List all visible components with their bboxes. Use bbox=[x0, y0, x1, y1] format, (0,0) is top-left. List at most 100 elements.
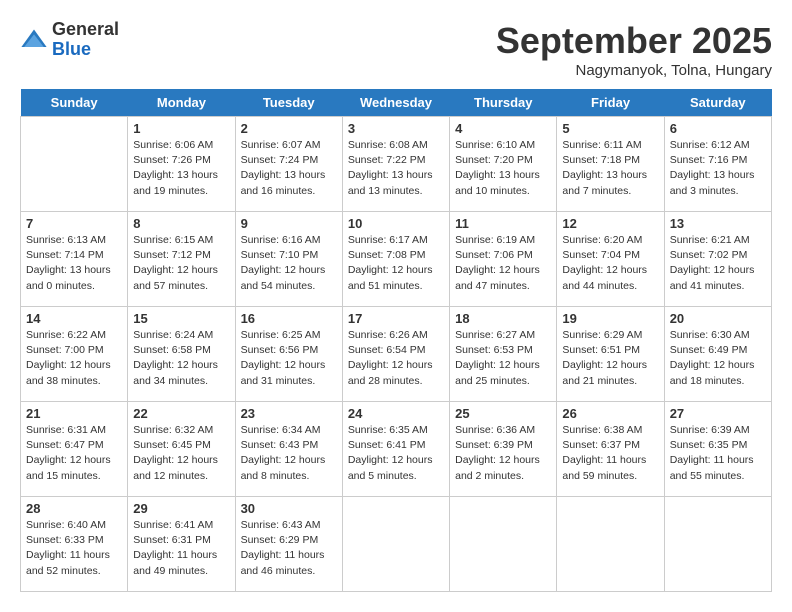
day-header-row: SundayMondayTuesdayWednesdayThursdayFrid… bbox=[21, 89, 772, 117]
date-number: 22 bbox=[133, 406, 229, 421]
logo: General Blue bbox=[20, 20, 119, 60]
day-header-friday: Friday bbox=[557, 89, 664, 117]
date-number: 11 bbox=[455, 216, 551, 231]
date-number: 2 bbox=[241, 121, 337, 136]
date-number: 9 bbox=[241, 216, 337, 231]
empty-cell bbox=[450, 497, 557, 592]
date-number: 27 bbox=[670, 406, 766, 421]
title-area: September 2025 Nagymanyok, Tolna, Hungar… bbox=[496, 20, 772, 79]
day-cell-15: 15 Sunrise: 6:24 AMSunset: 6:58 PMDayligh… bbox=[128, 307, 235, 402]
date-number: 19 bbox=[562, 311, 658, 326]
day-info: Sunrise: 6:07 AMSunset: 7:24 PMDaylight:… bbox=[241, 138, 337, 199]
day-cell-27: 27 Sunrise: 6:39 AMSunset: 6:35 PMDayligh… bbox=[664, 402, 771, 497]
date-number: 6 bbox=[670, 121, 766, 136]
header: General Blue September 2025 Nagymanyok, … bbox=[20, 20, 772, 79]
day-cell-10: 10Sunrise: 6:17 AMSunset: 7:08 PMDayligh… bbox=[342, 212, 449, 307]
day-info: Sunrise: 6:17 AMSunset: 7:08 PMDaylight:… bbox=[348, 233, 444, 294]
day-info: Sunrise: 6:29 AMSunset: 6:51 PMDaylight:… bbox=[562, 328, 658, 389]
week-row-2: 7 Sunrise: 6:13 AMSunset: 7:14 PMDaylight… bbox=[21, 212, 772, 307]
date-number: 4 bbox=[455, 121, 551, 136]
calendar-table: SundayMondayTuesdayWednesdayThursdayFrid… bbox=[20, 89, 772, 592]
day-info: Sunrise: 6:16 AMSunset: 7:10 PMDaylight:… bbox=[241, 233, 337, 294]
day-info: Sunrise: 6:13 AMSunset: 7:14 PMDaylight:… bbox=[26, 233, 122, 294]
day-info: Sunrise: 6:12 AMSunset: 7:16 PMDaylight:… bbox=[670, 138, 766, 199]
day-cell-19: 19 Sunrise: 6:29 AMSunset: 6:51 PMDayligh… bbox=[557, 307, 664, 402]
day-cell-23: 23 Sunrise: 6:34 AMSunset: 6:43 PMDayligh… bbox=[235, 402, 342, 497]
day-info: Sunrise: 6:34 AMSunset: 6:43 PMDaylight:… bbox=[241, 423, 337, 484]
week-row-5: 28 Sunrise: 6:40 AMSunset: 6:33 PMDayligh… bbox=[21, 497, 772, 592]
day-header-tuesday: Tuesday bbox=[235, 89, 342, 117]
date-number: 16 bbox=[241, 311, 337, 326]
week-row-4: 21 Sunrise: 6:31 AMSunset: 6:47 PMDayligh… bbox=[21, 402, 772, 497]
day-header-monday: Monday bbox=[128, 89, 235, 117]
day-cell-13: 13Sunrise: 6:21 AMSunset: 7:02 PMDayligh… bbox=[664, 212, 771, 307]
day-info: Sunrise: 6:27 AMSunset: 6:53 PMDaylight:… bbox=[455, 328, 551, 389]
day-cell-1: 1 Sunrise: 6:06 AMSunset: 7:26 PMDaylight… bbox=[128, 117, 235, 212]
date-number: 20 bbox=[670, 311, 766, 326]
empty-cell bbox=[557, 497, 664, 592]
day-cell-3: 3 Sunrise: 6:08 AMSunset: 7:22 PMDaylight… bbox=[342, 117, 449, 212]
day-cell-29: 29 Sunrise: 6:41 AMSunset: 6:31 PMDayligh… bbox=[128, 497, 235, 592]
day-info: Sunrise: 6:25 AMSunset: 6:56 PMDaylight:… bbox=[241, 328, 337, 389]
day-info: Sunrise: 6:40 AMSunset: 6:33 PMDaylight:… bbox=[26, 518, 122, 579]
day-info: Sunrise: 6:38 AMSunset: 6:37 PMDaylight:… bbox=[562, 423, 658, 484]
day-info: Sunrise: 6:06 AMSunset: 7:26 PMDaylight:… bbox=[133, 138, 229, 199]
logo-general: General bbox=[52, 20, 119, 40]
day-info: Sunrise: 6:39 AMSunset: 6:35 PMDaylight:… bbox=[670, 423, 766, 484]
day-cell-17: 17 Sunrise: 6:26 AMSunset: 6:54 PMDayligh… bbox=[342, 307, 449, 402]
day-info: Sunrise: 6:24 AMSunset: 6:58 PMDaylight:… bbox=[133, 328, 229, 389]
day-info: Sunrise: 6:41 AMSunset: 6:31 PMDaylight:… bbox=[133, 518, 229, 579]
date-number: 8 bbox=[133, 216, 229, 231]
day-cell-25: 25 Sunrise: 6:36 AMSunset: 6:39 PMDayligh… bbox=[450, 402, 557, 497]
date-number: 12 bbox=[562, 216, 658, 231]
day-cell-20: 20Sunrise: 6:30 AMSunset: 6:49 PMDayligh… bbox=[664, 307, 771, 402]
date-number: 24 bbox=[348, 406, 444, 421]
day-cell-16: 16 Sunrise: 6:25 AMSunset: 6:56 PMDayligh… bbox=[235, 307, 342, 402]
day-cell-26: 26 Sunrise: 6:38 AMSunset: 6:37 PMDayligh… bbox=[557, 402, 664, 497]
date-number: 15 bbox=[133, 311, 229, 326]
week-row-3: 14 Sunrise: 6:22 AMSunset: 7:00 PMDayligh… bbox=[21, 307, 772, 402]
date-number: 14 bbox=[26, 311, 122, 326]
empty-cell bbox=[342, 497, 449, 592]
date-number: 28 bbox=[26, 501, 122, 516]
logo-text: General Blue bbox=[52, 20, 119, 60]
day-info: Sunrise: 6:26 AMSunset: 6:54 PMDaylight:… bbox=[348, 328, 444, 389]
day-cell-14: 14 Sunrise: 6:22 AMSunset: 7:00 PMDayligh… bbox=[21, 307, 128, 402]
day-header-wednesday: Wednesday bbox=[342, 89, 449, 117]
day-cell-21: 21 Sunrise: 6:31 AMSunset: 6:47 PMDayligh… bbox=[21, 402, 128, 497]
day-info: Sunrise: 6:08 AMSunset: 7:22 PMDaylight:… bbox=[348, 138, 444, 199]
date-number: 26 bbox=[562, 406, 658, 421]
day-info: Sunrise: 6:11 AMSunset: 7:18 PMDaylight:… bbox=[562, 138, 658, 199]
date-number: 17 bbox=[348, 311, 444, 326]
date-number: 21 bbox=[26, 406, 122, 421]
day-cell-9: 9 Sunrise: 6:16 AMSunset: 7:10 PMDaylight… bbox=[235, 212, 342, 307]
date-number: 25 bbox=[455, 406, 551, 421]
day-info: Sunrise: 6:10 AMSunset: 7:20 PMDaylight:… bbox=[455, 138, 551, 199]
date-number: 29 bbox=[133, 501, 229, 516]
day-cell-30: 30 Sunrise: 6:43 AMSunset: 6:29 PMDayligh… bbox=[235, 497, 342, 592]
empty-cell bbox=[664, 497, 771, 592]
date-number: 30 bbox=[241, 501, 337, 516]
day-info: Sunrise: 6:31 AMSunset: 6:47 PMDaylight:… bbox=[26, 423, 122, 484]
day-info: Sunrise: 6:15 AMSunset: 7:12 PMDaylight:… bbox=[133, 233, 229, 294]
date-number: 23 bbox=[241, 406, 337, 421]
day-header-sunday: Sunday bbox=[21, 89, 128, 117]
day-info: Sunrise: 6:32 AMSunset: 6:45 PMDaylight:… bbox=[133, 423, 229, 484]
date-number: 5 bbox=[562, 121, 658, 136]
day-cell-24: 24 Sunrise: 6:35 AMSunset: 6:41 PMDayligh… bbox=[342, 402, 449, 497]
day-cell-7: 7 Sunrise: 6:13 AMSunset: 7:14 PMDaylight… bbox=[21, 212, 128, 307]
month-title: September 2025 bbox=[496, 20, 772, 62]
day-info: Sunrise: 6:22 AMSunset: 7:00 PMDaylight:… bbox=[26, 328, 122, 389]
day-info: Sunrise: 6:35 AMSunset: 6:41 PMDaylight:… bbox=[348, 423, 444, 484]
date-number: 1 bbox=[133, 121, 229, 136]
date-number: 7 bbox=[26, 216, 122, 231]
day-info: Sunrise: 6:19 AMSunset: 7:06 PMDaylight:… bbox=[455, 233, 551, 294]
date-number: 3 bbox=[348, 121, 444, 136]
day-info: Sunrise: 6:36 AMSunset: 6:39 PMDaylight:… bbox=[455, 423, 551, 484]
day-cell-18: 18Sunrise: 6:27 AMSunset: 6:53 PMDayligh… bbox=[450, 307, 557, 402]
date-number: 13 bbox=[670, 216, 766, 231]
empty-cell bbox=[21, 117, 128, 212]
day-info: Sunrise: 6:20 AMSunset: 7:04 PMDaylight:… bbox=[562, 233, 658, 294]
day-info: Sunrise: 6:43 AMSunset: 6:29 PMDaylight:… bbox=[241, 518, 337, 579]
day-header-saturday: Saturday bbox=[664, 89, 771, 117]
